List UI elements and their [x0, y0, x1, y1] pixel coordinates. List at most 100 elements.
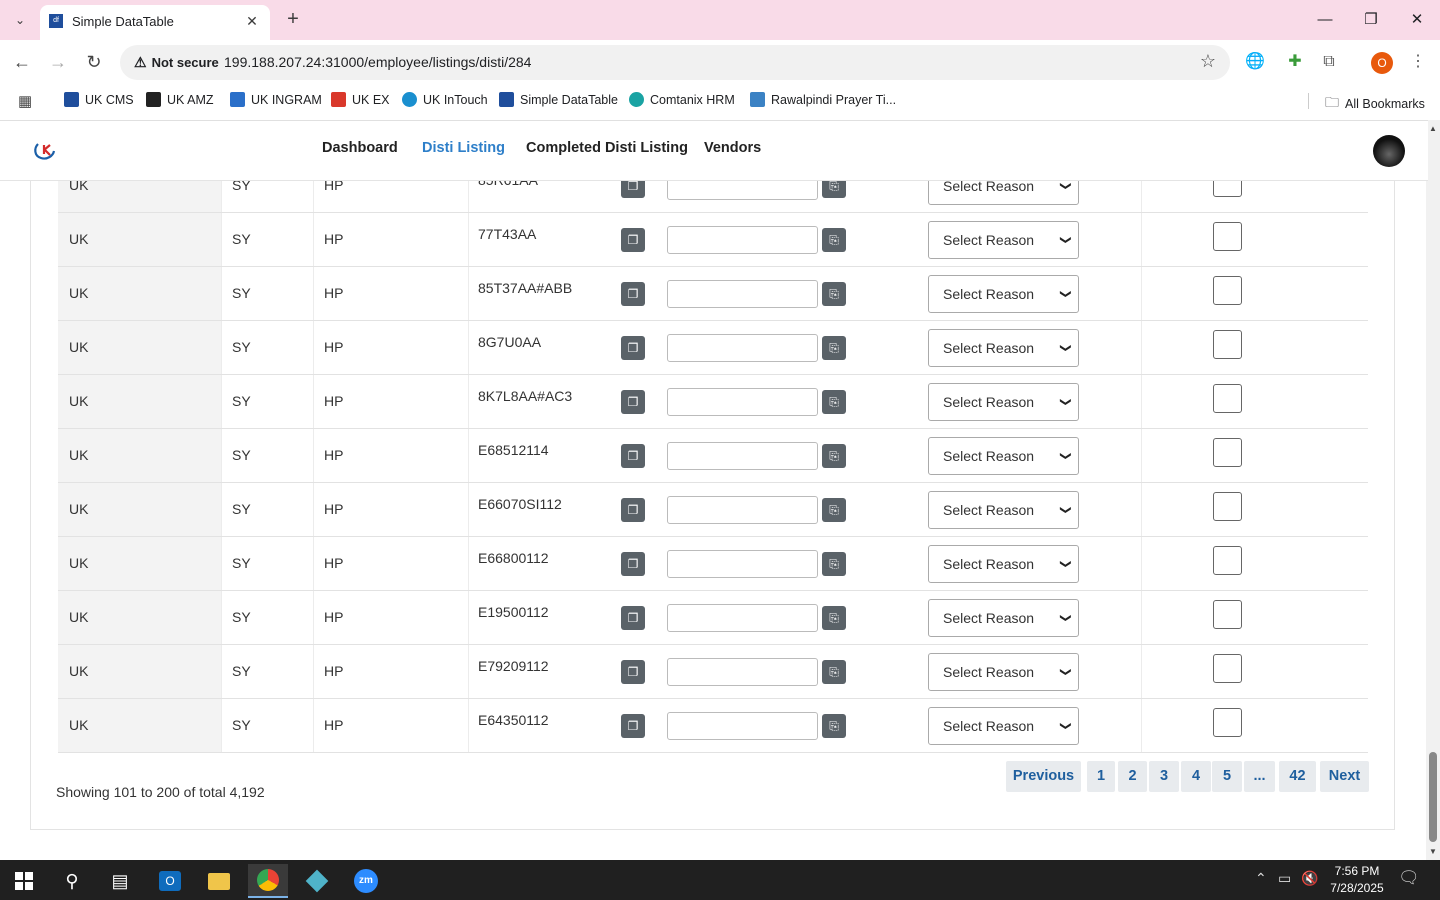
reason-select[interactable]: Select Reason ❯ — [928, 707, 1079, 745]
security-indicator[interactable]: ⚠ Not secure — [128, 50, 225, 75]
windows-start-icon[interactable] — [4, 864, 44, 898]
task-view-icon[interactable]: ▤ — [100, 864, 140, 898]
row-checkbox[interactable] — [1213, 708, 1242, 737]
browser-menu-kebab-icon[interactable]: ⋮ — [1406, 50, 1430, 74]
paste-value-button[interactable]: ⎘ — [822, 228, 846, 252]
reason-select[interactable]: Select Reason ❯ — [928, 437, 1079, 475]
row-checkbox[interactable] — [1213, 600, 1242, 629]
browser-tab[interactable]: df Simple DataTable ✕ — [40, 5, 270, 40]
paste-value-button[interactable]: ⎘ — [822, 181, 846, 198]
paste-value-button[interactable]: ⎘ — [822, 714, 846, 738]
row-checkbox[interactable] — [1213, 546, 1242, 575]
reason-select[interactable]: Select Reason ❯ — [928, 275, 1079, 313]
outlook-icon[interactable]: O — [150, 864, 190, 898]
back-arrow-icon[interactable]: ← — [8, 48, 36, 76]
reason-select[interactable]: Select Reason ❯ — [928, 599, 1079, 637]
reason-select[interactable]: Select Reason ❯ — [928, 545, 1079, 583]
bookmark-comtanix-hrm[interactable]: Comtanix HRM — [629, 92, 735, 107]
nav-completed-disti-listing[interactable]: Completed Disti Listing — [526, 140, 688, 156]
translate-globe-icon[interactable]: 🌐 — [1243, 50, 1267, 74]
restore-window-icon[interactable]: ❐ — [1348, 6, 1394, 34]
bookmark-uk-cms[interactable]: UK CMS — [64, 92, 134, 107]
scroll-up-arrow-icon[interactable]: ▲ — [1429, 124, 1437, 133]
zoom-icon[interactable]: zm — [346, 864, 386, 898]
page-1-button[interactable]: 1 — [1087, 761, 1115, 792]
value-input[interactable] — [667, 658, 818, 686]
show-hidden-icons-chevron-icon[interactable]: ⌃ — [1255, 870, 1267, 887]
minimize-window-icon[interactable]: — — [1302, 6, 1348, 34]
page-5-button[interactable]: 5 — [1212, 761, 1242, 792]
close-window-icon[interactable]: ✕ — [1394, 6, 1440, 34]
bookmark-uk-intouch[interactable]: UK InTouch — [402, 92, 488, 107]
copy-sku-button[interactable]: ❐ — [621, 228, 645, 252]
pagination-previous-button[interactable]: Previous — [1006, 761, 1081, 792]
forward-arrow-icon[interactable]: → — [44, 48, 72, 76]
paste-value-button[interactable]: ⎘ — [822, 390, 846, 414]
volume-muted-icon[interactable]: 🔇 — [1301, 870, 1318, 887]
value-input[interactable] — [667, 226, 818, 254]
bookmark-uk-amz[interactable]: UK AMZ — [146, 92, 214, 107]
extension-puzzle-green-icon[interactable]: ✚ — [1283, 50, 1307, 74]
bookmark-simple-datatable[interactable]: Simple DataTable — [499, 92, 618, 107]
reason-select[interactable]: Select Reason ❯ — [928, 181, 1079, 205]
bookmark-uk-ex[interactable]: UK EX — [331, 92, 390, 107]
reason-select[interactable]: Select Reason ❯ — [928, 491, 1079, 529]
copy-sku-button[interactable]: ❐ — [621, 282, 645, 306]
value-input[interactable] — [667, 442, 818, 470]
all-bookmarks[interactable]: 🗀 All Bookmarks — [1325, 92, 1425, 116]
system-clock[interactable]: 7:56 PM 7/28/2025 — [1322, 863, 1392, 897]
copy-sku-button[interactable]: ❐ — [621, 336, 645, 360]
copy-sku-button[interactable]: ❐ — [621, 390, 645, 414]
network-icon[interactable]: ▭ — [1278, 870, 1291, 887]
paste-value-button[interactable]: ⎘ — [822, 498, 846, 522]
row-checkbox[interactable] — [1213, 384, 1242, 413]
scrollbar-thumb[interactable] — [1429, 752, 1437, 842]
row-checkbox[interactable] — [1213, 438, 1242, 467]
page-4-button[interactable]: 4 — [1181, 761, 1211, 792]
value-input[interactable] — [667, 496, 818, 524]
row-checkbox[interactable] — [1213, 222, 1242, 251]
paste-value-button[interactable]: ⎘ — [822, 282, 846, 306]
copy-sku-button[interactable]: ❐ — [621, 606, 645, 630]
paste-value-button[interactable]: ⎘ — [822, 336, 846, 360]
nav-disti-listing[interactable]: Disti Listing — [422, 140, 505, 156]
row-checkbox[interactable] — [1213, 276, 1242, 305]
copy-sku-button[interactable]: ❐ — [621, 714, 645, 738]
apps-grid-icon[interactable]: ▦ — [18, 92, 32, 110]
chrome-icon[interactable] — [248, 864, 288, 898]
value-input[interactable] — [667, 181, 818, 200]
new-tab-button[interactable]: + — [281, 8, 305, 32]
bookmark-star-icon[interactable]: ☆ — [1200, 51, 1216, 72]
address-bar[interactable]: ⚠ Not secure 199.188.207.24:31000/employ… — [120, 45, 1230, 80]
reason-select[interactable]: Select Reason ❯ — [928, 329, 1079, 367]
reason-select[interactable]: Select Reason ❯ — [928, 383, 1079, 421]
paste-value-button[interactable]: ⎘ — [822, 606, 846, 630]
value-input[interactable] — [667, 388, 818, 416]
page-2-button[interactable]: 2 — [1118, 761, 1147, 792]
tab-search-chevron-icon[interactable]: ⌄ — [6, 7, 34, 33]
profile-avatar[interactable]: O — [1371, 52, 1393, 74]
row-checkbox[interactable] — [1213, 492, 1242, 521]
page-42-button[interactable]: 42 — [1279, 761, 1316, 792]
copy-sku-button[interactable]: ❐ — [621, 181, 645, 198]
tab-close-icon[interactable]: ✕ — [242, 11, 262, 31]
user-avatar[interactable] — [1373, 135, 1405, 167]
reason-select[interactable]: Select Reason ❯ — [928, 221, 1079, 259]
value-input[interactable] — [667, 334, 818, 362]
row-checkbox[interactable] — [1213, 654, 1242, 683]
row-checkbox[interactable] — [1213, 181, 1242, 197]
paste-value-button[interactable]: ⎘ — [822, 660, 846, 684]
nav-dashboard[interactable]: Dashboard — [322, 140, 398, 156]
uk-logo-icon[interactable] — [32, 139, 58, 163]
row-checkbox[interactable] — [1213, 330, 1242, 359]
reload-icon[interactable]: ↻ — [80, 48, 108, 76]
app-diamond-icon[interactable] — [297, 864, 337, 898]
notifications-icon[interactable]: 🗨 — [1398, 868, 1420, 888]
copy-sku-button[interactable]: ❐ — [621, 552, 645, 576]
value-input[interactable] — [667, 550, 818, 578]
page-scrollbar[interactable]: ▲ ▼ — [1426, 120, 1440, 860]
nav-vendors[interactable]: Vendors — [704, 140, 761, 156]
page-3-button[interactable]: 3 — [1149, 761, 1179, 792]
file-explorer-icon[interactable] — [199, 864, 239, 898]
copy-sku-button[interactable]: ❐ — [621, 444, 645, 468]
